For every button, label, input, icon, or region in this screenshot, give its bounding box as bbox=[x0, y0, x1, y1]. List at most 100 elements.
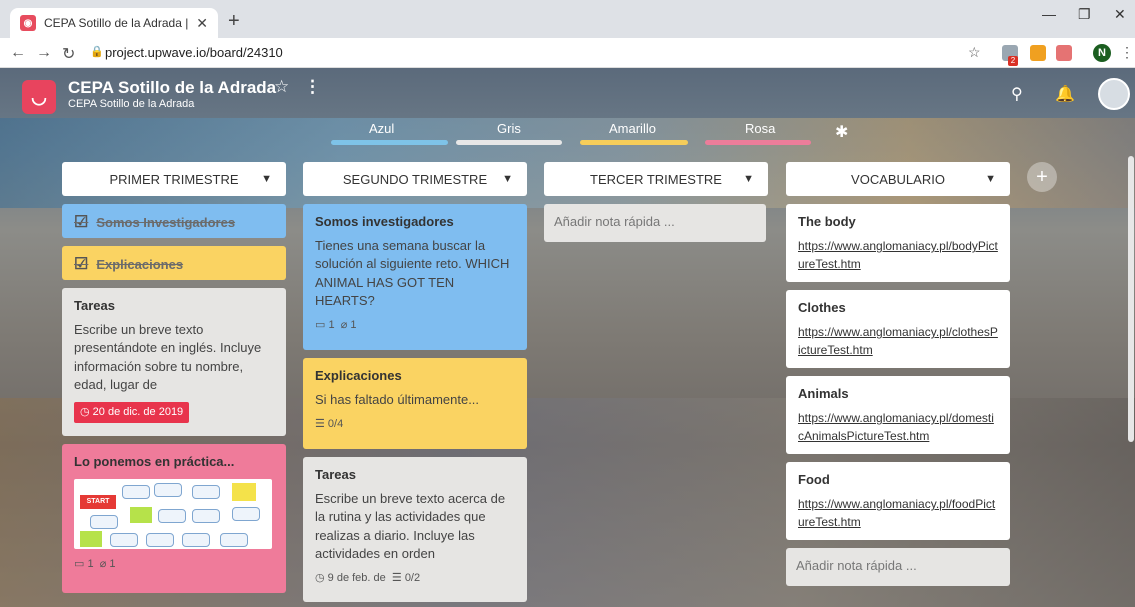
browser-menu-icon[interactable]: ⋮ bbox=[1120, 44, 1134, 61]
card-body: Escribe un breve texto presentándote en … bbox=[74, 322, 262, 392]
add-column-button[interactable]: + bbox=[1027, 162, 1057, 192]
address-bar: ← → ↻ 🔒 project.upwave.io/board/24310 ☆ … bbox=[0, 38, 1135, 68]
label-bar-amarillo[interactable] bbox=[580, 140, 688, 145]
url-input[interactable]: project.upwave.io/board/24310 bbox=[105, 45, 283, 60]
card-body: Si has faltado últimamente... bbox=[315, 392, 480, 408]
chevron-down-icon[interactable]: ▼ bbox=[985, 173, 996, 185]
board-title: CEPA Sotillo de la Adrada bbox=[68, 78, 277, 97]
label-bar-gris[interactable] bbox=[456, 140, 562, 145]
card-title: The body bbox=[798, 214, 856, 229]
card-image-board-game: START bbox=[74, 479, 272, 550]
favorite-star-icon[interactable]: ☆ bbox=[274, 77, 289, 97]
upwave-logo-icon[interactable]: ◡ bbox=[22, 80, 56, 114]
card-tareas-2[interactable]: Tareas Escribe un breve texto acerca de … bbox=[303, 457, 527, 602]
comment-count: 1 bbox=[328, 318, 335, 331]
checklist-icon: ☰ bbox=[391, 571, 405, 584]
attachment-count: 1 bbox=[350, 318, 357, 331]
checklist-count: 0/4 bbox=[327, 418, 344, 431]
search-icon[interactable]: ⚲ bbox=[1011, 84, 1023, 104]
back-icon[interactable]: ← bbox=[10, 44, 26, 62]
column-title: TERCER TRIMESTRE bbox=[590, 171, 722, 187]
due-date: 9 de feb. de bbox=[327, 571, 386, 584]
card-food[interactable]: Food https://www.anglomaniacy.pl/foodPic… bbox=[786, 462, 1010, 540]
card-tareas[interactable]: Tareas Escribe un breve texto presentánd… bbox=[62, 288, 286, 436]
label-filter-gris[interactable]: Gris bbox=[497, 121, 521, 136]
card-meta: ▭ 1 ⌀ 1 bbox=[74, 557, 274, 572]
checklist-meta: ☰ 0/4 bbox=[315, 417, 515, 432]
checkbox-checked-icon[interactable]: ☑ bbox=[74, 212, 88, 234]
card-somos-investigadores[interactable]: Somos investigadores Tienes una semana b… bbox=[303, 204, 527, 350]
label-bar-azul[interactable] bbox=[331, 140, 448, 145]
extension-icon[interactable] bbox=[1030, 45, 1046, 61]
scrollbar[interactable] bbox=[1128, 156, 1134, 442]
card-clothes[interactable]: Clothes https://www.anglomaniacy.pl/clot… bbox=[786, 290, 1010, 368]
card-title: Somos Investigadores bbox=[96, 215, 236, 231]
column-header-tercer-trimestre[interactable]: TERCER TRIMESTRE ▼ bbox=[544, 162, 768, 196]
column-header-vocabulario[interactable]: VOCABULARIO ▼ bbox=[786, 162, 1010, 196]
checklist-count: 0/2 bbox=[404, 571, 421, 584]
card-link[interactable]: https://www.anglomaniacy.pl/clothesPictu… bbox=[798, 323, 998, 359]
column-title: VOCABULARIO bbox=[851, 171, 945, 187]
card-lo-ponemos-en-practica[interactable]: Lo ponemos en práctica... START ▭ 1 ⌀ 1 bbox=[62, 444, 286, 593]
card-explicaciones[interactable]: Explicaciones Si has faltado últimamente… bbox=[303, 358, 527, 449]
close-window-icon[interactable]: ✕ bbox=[1114, 6, 1126, 23]
game-start-label: START bbox=[80, 495, 116, 510]
card-body: Escribe un breve texto acerca de la ruti… bbox=[315, 491, 506, 561]
card-link[interactable]: https://www.anglomaniacy.pl/domesticAnim… bbox=[798, 409, 998, 445]
label-filter-amarillo[interactable]: Amarillo bbox=[609, 121, 656, 136]
quick-note-input[interactable]: Añadir nota rápida ... bbox=[544, 204, 766, 242]
card-animals[interactable]: Animals https://www.anglomaniacy.pl/dome… bbox=[786, 376, 1010, 454]
card-meta: ◷ 9 de feb. de ☰ 0/2 bbox=[315, 571, 515, 586]
card-explicaciones-done[interactable]: ☑ Explicaciones bbox=[62, 246, 286, 280]
label-filter-rosa[interactable]: Rosa bbox=[745, 121, 775, 136]
clock-icon: ◷ bbox=[315, 571, 328, 584]
user-avatar[interactable] bbox=[1098, 78, 1130, 110]
new-tab-icon[interactable]: + bbox=[228, 10, 240, 33]
clock-icon: ◷ bbox=[80, 405, 93, 418]
minimize-icon[interactable]: — bbox=[1042, 6, 1056, 22]
chevron-down-icon[interactable]: ▼ bbox=[502, 173, 513, 185]
column-header-segundo-trimestre[interactable]: SEGUNDO TRIMESTRE ▼ bbox=[303, 162, 527, 196]
bookmark-star-icon[interactable]: ☆ bbox=[968, 44, 981, 61]
checkbox-checked-icon[interactable]: ☑ bbox=[74, 254, 88, 276]
card-somos-investigadores-done[interactable]: ☑ Somos Investigadores bbox=[62, 204, 286, 238]
browser-tab-bar: ◉ CEPA Sotillo de la Adrada | Upwave ✕ +… bbox=[0, 0, 1135, 38]
card-the-body[interactable]: The body https://www.anglomaniacy.pl/bod… bbox=[786, 204, 1010, 282]
card-title: Somos investigadores bbox=[315, 214, 454, 229]
column-title: SEGUNDO TRIMESTRE bbox=[342, 171, 488, 187]
label-filter-azul[interactable]: Azul bbox=[369, 121, 394, 136]
attachment-icon: ⌀ bbox=[340, 318, 351, 331]
card-title: Explicaciones bbox=[96, 257, 184, 273]
card-title: Lo ponemos en práctica... bbox=[74, 454, 235, 469]
card-link[interactable]: https://www.anglomaniacy.pl/foodPictureT… bbox=[798, 495, 998, 531]
notifications-bell-icon[interactable]: 🔔 bbox=[1055, 84, 1075, 104]
card-title: Food bbox=[798, 472, 830, 487]
forward-icon[interactable]: → bbox=[36, 44, 52, 62]
board-subtitle: CEPA Sotillo de la Adrada bbox=[68, 98, 195, 110]
attachment-icon: ⌀ bbox=[99, 558, 110, 571]
board-area: ◡ CEPA Sotillo de la Adrada CEPA Sotillo… bbox=[0, 68, 1135, 607]
card-link[interactable]: https://www.anglomaniacy.pl/bodyPictureT… bbox=[798, 237, 998, 273]
restore-icon[interactable]: ❐ bbox=[1078, 6, 1091, 23]
board-menu-icon[interactable]: ⋮ bbox=[304, 77, 321, 97]
pdf-extension-icon[interactable] bbox=[1056, 45, 1072, 61]
attachment-count: 1 bbox=[109, 558, 116, 571]
comment-icon: ▭ bbox=[315, 318, 329, 331]
quick-note-input[interactable]: Añadir nota rápida ... bbox=[786, 548, 1010, 586]
reload-icon[interactable]: ↻ bbox=[62, 44, 75, 64]
tab-title: CEPA Sotillo de la Adrada | Upwave bbox=[44, 16, 190, 30]
profile-avatar[interactable]: N bbox=[1093, 44, 1111, 62]
label-bar-rosa[interactable] bbox=[705, 140, 811, 145]
due-date: 20 de dic. de 2019 bbox=[92, 405, 184, 418]
card-title: Tareas bbox=[315, 467, 356, 482]
due-date-badge: ◷ 20 de dic. de 2019 bbox=[74, 401, 190, 424]
extension-badge: 2 bbox=[1008, 56, 1018, 66]
chevron-down-icon[interactable]: ▼ bbox=[261, 173, 272, 185]
chevron-down-icon[interactable]: ▼ bbox=[743, 173, 754, 185]
browser-tab[interactable]: ◉ CEPA Sotillo de la Adrada | Upwave ✕ bbox=[10, 8, 218, 38]
column-header-primer-trimestre[interactable]: PRIMER TRIMESTRE ▼ bbox=[62, 162, 286, 196]
settings-gear-icon[interactable]: ✱ bbox=[835, 122, 848, 142]
close-tab-icon[interactable]: ✕ bbox=[196, 15, 208, 32]
card-meta: ▭ 1 ⌀ 1 bbox=[315, 318, 515, 333]
card-body: Tienes una semana buscar la solución al … bbox=[315, 238, 510, 308]
